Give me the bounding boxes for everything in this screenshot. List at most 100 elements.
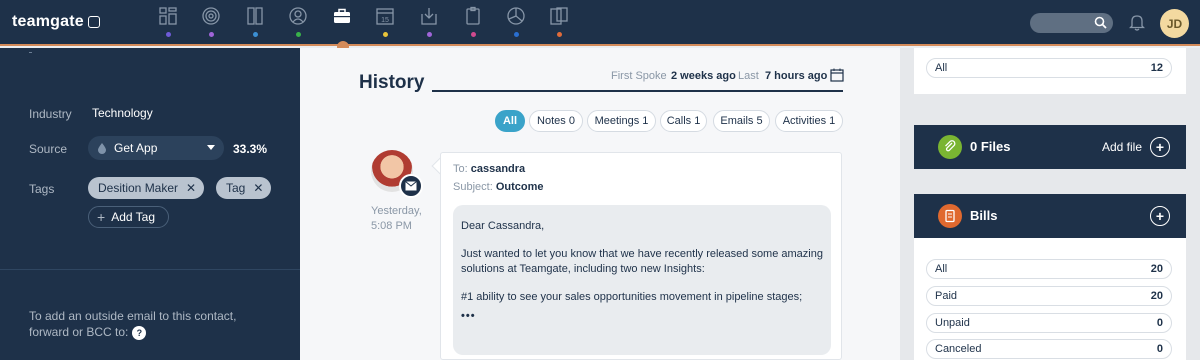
filter-emails[interactable]: Emails 5 xyxy=(713,110,770,132)
nav-dashboard[interactable] xyxy=(158,6,180,37)
email-to: To: cassandra xyxy=(453,163,525,175)
nav-indicator-dot xyxy=(166,32,171,37)
person-icon xyxy=(289,7,307,25)
nav-goals[interactable] xyxy=(201,6,223,37)
bills-row-all[interactable]: All 20 xyxy=(926,259,1172,279)
source-select[interactable]: Get App xyxy=(88,136,224,160)
nav-indicator-dot xyxy=(427,32,432,37)
filter-row-all[interactable]: All 12 xyxy=(926,58,1172,78)
close-icon[interactable]: ✕ xyxy=(186,181,196,195)
nav-calendar[interactable]: 15 xyxy=(375,6,397,37)
chevron-down-icon xyxy=(207,145,215,150)
nav-people[interactable] xyxy=(288,6,310,37)
inbox-icon xyxy=(421,8,437,25)
filter-all[interactable]: All xyxy=(495,110,525,132)
nav-indicator-dot xyxy=(209,32,214,37)
entry-timestamp: Yesterday, 5:08 PM xyxy=(371,204,422,234)
calendar-icon[interactable] xyxy=(830,68,844,82)
email-subject-label: Subject: xyxy=(453,181,493,193)
entry-time: 5:08 PM xyxy=(371,220,412,232)
nav-documents[interactable] xyxy=(549,6,571,37)
divider xyxy=(0,269,300,270)
user-avatar[interactable]: JD xyxy=(1160,9,1189,38)
bills-row-canceled[interactable]: Canceled 0 xyxy=(926,339,1172,359)
title-underline xyxy=(432,90,843,92)
calendar-day-number: 15 xyxy=(381,17,389,24)
nav-indicator-dot xyxy=(296,32,301,37)
email-subject: Subject: Outcome xyxy=(453,181,544,193)
plus-icon[interactable]: + xyxy=(1150,206,1170,226)
contact-details-panel: Industry Technology Source Get App 33.3%… xyxy=(0,48,300,360)
nav-deals-active[interactable] xyxy=(332,6,354,36)
nav-indicator-dot xyxy=(253,32,258,37)
email-to-value: cassandra xyxy=(470,163,526,175)
bills-row-unpaid[interactable]: Unpaid 0 xyxy=(926,313,1172,333)
target-icon xyxy=(202,7,220,25)
bills-row-label: Unpaid xyxy=(935,317,970,329)
source-label: Source xyxy=(29,142,68,156)
nav-companies[interactable] xyxy=(245,6,267,37)
help-icon[interactable]: ? xyxy=(132,325,147,340)
filter-activities[interactable]: Activities 1 xyxy=(775,110,843,132)
bills-row-count: 20 xyxy=(1150,290,1163,302)
email-entry-card[interactable]: To: cassandra Subject: Outcome Dear Cass… xyxy=(440,152,842,360)
bell-icon[interactable] xyxy=(1129,13,1145,31)
documents-icon xyxy=(550,7,568,25)
pie-chart-icon xyxy=(507,7,525,25)
nav-inbox[interactable] xyxy=(419,6,441,37)
files-header: 0 Files Add file + xyxy=(914,125,1186,169)
calendar-icon: 15 xyxy=(376,8,394,25)
envelope-icon xyxy=(405,181,417,191)
industry-value[interactable]: Technology xyxy=(92,106,153,120)
bills-header: Bills + xyxy=(914,194,1186,238)
close-icon[interactable]: ✕ xyxy=(253,181,263,195)
first-spoke-label: First Spoke xyxy=(611,70,667,82)
filter-row-count: 12 xyxy=(1150,62,1163,74)
industry-label: Industry xyxy=(29,107,72,121)
add-file-button[interactable]: Add file xyxy=(1102,140,1142,154)
dashboard-icon xyxy=(159,7,177,25)
email-forward-note: To add an outside email to this contact,… xyxy=(29,308,269,340)
top-navigation-bar: teamgate 15 JD xyxy=(0,0,1200,46)
nav-indicator-dot xyxy=(383,32,388,37)
logo-text: teamgate xyxy=(12,13,84,30)
app-logo[interactable]: teamgate xyxy=(12,13,100,31)
entry-date: Yesterday, xyxy=(371,205,422,217)
side-widgets: All 12 0 Files Add file + Bills + All 20… xyxy=(900,48,1200,360)
nav-indicator-dot xyxy=(514,32,519,37)
briefcase-icon xyxy=(334,8,350,23)
plus-icon[interactable]: + xyxy=(1150,137,1170,157)
bills-title: Bills xyxy=(970,208,998,223)
filter-notes[interactable]: Notes 0 xyxy=(529,110,583,132)
email-to-label: To: xyxy=(453,163,468,175)
bills-row-label: Paid xyxy=(935,290,958,302)
expand-more-button[interactable]: ••• xyxy=(461,309,823,324)
last-label: Last xyxy=(738,70,759,82)
first-spoke-value: 2 weeks ago xyxy=(671,70,736,82)
bills-row-paid[interactable]: Paid 20 xyxy=(926,286,1172,306)
files-title: 0 Files xyxy=(970,139,1011,154)
paperclip-icon xyxy=(938,135,962,159)
add-tag-button[interactable]: + Add Tag xyxy=(88,206,169,228)
last-value: 7 hours ago xyxy=(765,70,827,82)
search-input[interactable] xyxy=(1030,13,1113,33)
nav-insights[interactable] xyxy=(506,6,528,37)
bills-row-label: All xyxy=(935,263,948,275)
nav-indicator-dot xyxy=(557,32,562,37)
email-subject-value: Outcome xyxy=(495,181,544,193)
bills-row-label: Canceled xyxy=(935,343,982,355)
filter-calls[interactable]: Calls 1 xyxy=(660,110,707,132)
email-body: Dear Cassandra, Just wanted to let you k… xyxy=(453,205,831,355)
add-tag-label: Add Tag xyxy=(111,210,156,224)
tag-chip-label: Tag xyxy=(226,181,246,195)
nav-tasks[interactable] xyxy=(463,6,485,37)
divider xyxy=(29,52,32,53)
tag-chip-label: Desition Maker xyxy=(98,181,179,195)
tag-chip[interactable]: Tag ✕ xyxy=(216,177,272,199)
first-spoke-value-text: 2 weeks ago xyxy=(671,70,736,82)
receipt-icon xyxy=(938,204,962,228)
email-paragraph: Just wanted to let you know that we have… xyxy=(461,248,823,275)
filter-meetings[interactable]: Meetings 1 xyxy=(587,110,656,132)
tag-chip[interactable]: Desition Maker ✕ xyxy=(88,177,205,199)
search-icon xyxy=(1094,16,1107,29)
